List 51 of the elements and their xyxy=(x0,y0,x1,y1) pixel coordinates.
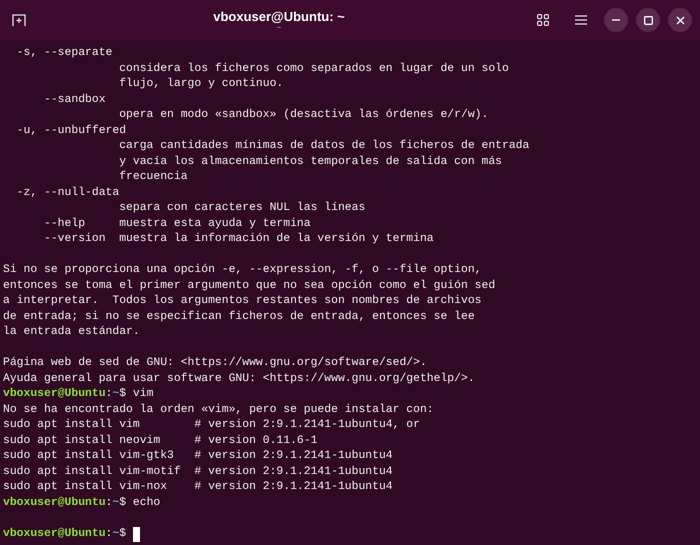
terminal-line: Página web de sed de GNU: <https://www.gnu.org/software/sed/>. xyxy=(3,356,427,371)
terminal-line: sudo apt install vim # version 2:9.1.2141-1ubuntu4, or xyxy=(3,418,420,433)
terminal-line: -u, --unbuffered xyxy=(16,124,126,138)
maximize-icon xyxy=(644,16,652,24)
terminal-line: -z, --null-data xyxy=(16,186,120,200)
terminal-line: y vacía los almacenamientos temporales de salida con más xyxy=(118,154,502,170)
grid-icon xyxy=(537,14,549,26)
terminal-line: Si no se proporciona una opción -e, --expression, -f, o --file option, xyxy=(3,263,482,278)
prompt-user: vboxuser@Ubuntu xyxy=(3,526,106,542)
prompt-path: ~ xyxy=(112,496,120,510)
minimize-icon xyxy=(612,19,620,21)
terminal-line: flujo, largo y continuo. xyxy=(118,77,284,92)
command-text: echo xyxy=(132,496,160,510)
terminal-line: Ayuda general para usar software GNU: <https://www.gnu.org/gethelp/>. xyxy=(3,372,475,386)
prompt-symbol: $ xyxy=(119,387,126,402)
terminal-line: entonces se toma el primer argumento que no sea opción como el guión sed xyxy=(3,278,496,294)
command-text: vim xyxy=(132,387,154,402)
terminal-line: --help muestra esta ayuda y termina xyxy=(43,216,311,232)
terminal-line: a interpretar. Todos los argumentos restantes son nombres de archivos xyxy=(3,294,482,309)
terminal-line: considera los ficheros como separados en lugar de un solo xyxy=(118,62,509,76)
terminal-line: opera en modo «sandbox» (desactiva las órdenes e/r/w). xyxy=(118,108,488,123)
window-title: vboxuser@Ubuntu: ~ xyxy=(213,8,345,24)
prompt-separator: : xyxy=(106,387,112,402)
close-button[interactable] xyxy=(668,8,692,32)
terminal-line: sudo apt install vim-nox # version 2:9.1.2141-1ubuntu4 xyxy=(3,480,393,495)
terminal-line: sudo apt install vim-motif # version 2:9.1.2141-1ubuntu4 xyxy=(3,464,393,480)
menu-icon xyxy=(575,15,587,25)
new-tab-icon xyxy=(12,13,26,27)
minimize-button[interactable] xyxy=(604,8,628,32)
terminal-line: separa con caracteres NUL las líneas xyxy=(118,201,366,216)
prompt-symbol: $ xyxy=(119,496,126,510)
terminal-line: la entrada estándar. xyxy=(3,325,140,340)
prompt-separator: : xyxy=(106,526,112,542)
prompt-symbol: $ xyxy=(119,526,126,542)
terminal-line: --version muestra la información de la versión y termina xyxy=(43,232,434,247)
terminal-line: sudo apt install neovim # version 0.11.6-1 xyxy=(3,434,318,448)
terminal-line: frecuencia xyxy=(118,170,188,185)
terminal-line: --sandbox xyxy=(43,92,106,108)
terminal-line: -s, --separate xyxy=(16,46,112,61)
prompt-user: vboxuser@Ubuntu xyxy=(3,496,106,510)
prompt-separator: : xyxy=(106,496,112,510)
terminal-line: carga cantidades mínimas de datos de los ficheros de entrada xyxy=(118,139,530,154)
terminal-line: sudo apt install vim-gtk3 # version 2:9.1.2141-1ubuntu4 xyxy=(3,449,393,464)
window-subtitle: ~ xyxy=(276,24,282,32)
terminal-line: No se ha encontrado la orden «vim», pero se puede instalar con: xyxy=(3,402,434,418)
terminal-line: de entrada; si no se especifican ficheros de entrada, entonces se lee xyxy=(3,310,475,324)
maximize-button[interactable] xyxy=(636,8,660,32)
prompt-path: ~ xyxy=(112,387,120,402)
close-icon xyxy=(676,16,684,24)
prompt-path: ~ xyxy=(112,526,120,542)
prompt-user: vboxuser@Ubuntu xyxy=(3,387,106,402)
